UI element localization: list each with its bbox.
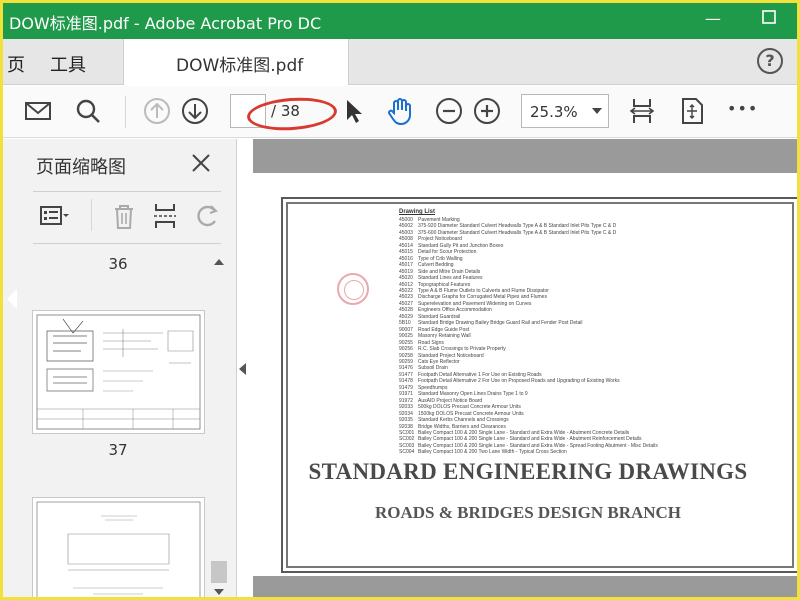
drawing-title: 500kg DOLOS Precast Concrete Armour Unit… <box>418 404 521 411</box>
page-up-icon[interactable] <box>142 96 172 126</box>
app-window: DOW标准图.pdf - Adobe Acrobat Pro DC — 页 工具… <box>0 0 800 600</box>
drawing-title: R.C. Slab Crossings to Private Property <box>418 346 506 353</box>
drawing-title: Standard Project Noticeboard <box>418 352 484 359</box>
toolbar: / 38 25.3% ••• <box>3 86 797 138</box>
drawing-title: Project Noticeboard <box>418 236 462 243</box>
more-icon[interactable]: ••• <box>727 99 758 118</box>
page-thumbnail-38[interactable] <box>32 497 205 597</box>
drawing-title: 375-600 Diameter Standard Culvert Headwa… <box>418 229 617 236</box>
drawing-title: Footpath Detail Alternative 2 For Use on… <box>418 378 620 385</box>
tab-document[interactable]: DOW标准图.pdf <box>123 39 349 85</box>
drawing-title: Topographical Features <box>418 281 471 288</box>
drawing-list-title: Drawing List <box>399 209 436 215</box>
tab-tools[interactable]: 工具 <box>50 51 86 77</box>
drawing-title: Side and Mitre Drain Details <box>418 268 481 275</box>
stamp-seal <box>337 273 369 305</box>
drawing-list: 45000 Pavement Marking 45002 375-920 Diamet… <box>399 217 658 456</box>
thumbnail-drawing <box>36 501 201 597</box>
search-icon[interactable] <box>73 96 103 126</box>
panel-notch <box>7 289 17 309</box>
scroll-up-icon[interactable] <box>214 259 224 265</box>
thumbnail-options-icon[interactable] <box>39 201 69 231</box>
drawing-title: Superelevation and Pavement Widening on … <box>418 300 532 307</box>
document-view[interactable]: Drawing List 45000 Pavement Marking 45002 3… <box>253 139 797 597</box>
drawing-title: Road Edge Guide Post <box>418 326 470 333</box>
drawing-title: AusAID Project Notice Board <box>418 397 483 404</box>
drawing-title: Detail for Scour Protection <box>418 249 477 256</box>
page-gap-top <box>253 139 797 173</box>
thumbnail-drawing <box>36 314 201 430</box>
maximize-icon[interactable] <box>755 7 783 31</box>
drawing-title: Road Signs <box>418 339 444 346</box>
page-label-37: 37 <box>108 441 128 459</box>
trash-icon[interactable] <box>109 201 139 231</box>
close-icon[interactable] <box>189 151 213 175</box>
drawing-title: Subsoil Drain <box>418 365 448 372</box>
document-subheading: ROADS & BRIDGES DESIGN BRANCH <box>374 503 682 522</box>
tab-home[interactable]: 页 <box>7 51 25 77</box>
zoom-out-icon[interactable] <box>434 96 464 126</box>
page-gap-bottom <box>253 576 797 597</box>
document-heading: STANDARD ENGINEERING DRAWINGS <box>308 459 748 484</box>
drawing-title: 375-920 Diameter Standard Culvert Headwa… <box>418 223 617 230</box>
drawing-title: Culvert Bedding <box>418 262 454 269</box>
drawing-title: Standard Kerbs Channels and Crossings <box>418 417 509 424</box>
drawing-title: Bailey Compact 100 & 200 Single Lane - S… <box>418 436 642 443</box>
fit-width-icon[interactable] <box>627 96 657 126</box>
panel-title: 页面缩略图 <box>36 157 126 178</box>
drawing-title: Standard Guardrail <box>418 313 461 320</box>
drawing-list-item: SC004 Bailey Compact 100 & 200 Two Lane W… <box>399 449 658 455</box>
drawing-title: Type A & B Flume Outlets to Culverts and… <box>418 287 549 294</box>
drawing-title: Pavement Marking <box>418 217 460 223</box>
drawing-title: Cats Eye Reflector <box>418 358 460 365</box>
minimize-icon[interactable]: — <box>699 7 727 31</box>
mail-icon[interactable] <box>23 96 53 126</box>
tab-bar: 页 工具 DOW标准图.pdf ? <box>3 39 797 85</box>
drawing-title: Standard Bridge Drawing Bailey Bridge Gu… <box>418 320 583 327</box>
scrollbar-thumb[interactable] <box>211 561 227 583</box>
panel-divider-2 <box>33 243 221 244</box>
panel-divider <box>33 191 221 192</box>
chevron-down-icon <box>592 108 602 114</box>
window-title: DOW标准图.pdf - Adobe Acrobat Pro DC <box>9 14 322 33</box>
panel-scrollbar[interactable] <box>209 251 229 597</box>
insert-page-icon[interactable] <box>150 201 180 231</box>
drawing-title: Bridge Widths, Barriers and Clearances <box>418 423 506 430</box>
drawing-title: 1500kg DOLOS Precast Concrete Armour Uni… <box>418 410 524 417</box>
help-button[interactable]: ? <box>757 48 783 74</box>
zoom-in-icon[interactable] <box>472 96 502 126</box>
drawing-title: Standard Gully Pit and Junction Boxes <box>418 242 504 249</box>
hand-icon[interactable] <box>385 96 415 126</box>
drawing-title: Standard Masonry Open Lines Drains Type … <box>418 391 528 398</box>
drawing-title: Bailey Compact 100 & 200 Two Lane Width … <box>418 449 567 456</box>
page-down-icon[interactable] <box>180 96 210 126</box>
zoom-value: 25.3% <box>530 103 578 121</box>
page-label-36: 36 <box>108 255 128 273</box>
drawing-title: Bailey Compact 100 & 200 Single Lane - S… <box>418 442 658 449</box>
toolbar-divider <box>125 96 126 128</box>
select-cursor-icon[interactable] <box>339 96 369 126</box>
drawing-title: Footpath Detail Alternative 1 For Use on… <box>418 371 542 378</box>
title-bar: DOW标准图.pdf - Adobe Acrobat Pro DC — <box>3 3 797 39</box>
drawing-title: Type of Crib Walling <box>418 255 463 262</box>
pdf-page: Drawing List 45000 Pavement Marking 45002 3… <box>253 173 797 576</box>
drawing-title: Engineers Office Accommodation <box>418 307 492 314</box>
zoom-select[interactable]: 25.3% <box>521 94 609 128</box>
rotate-icon[interactable] <box>193 201 223 231</box>
tab-document-label: DOW标准图.pdf <box>176 56 304 76</box>
drawing-title: Masonry Retaining Wall <box>418 333 471 340</box>
drawing-title: Discharge Graphs for Corrugated Metal Pi… <box>418 294 547 301</box>
collapse-panel-icon[interactable] <box>239 363 246 375</box>
panel-tool-divider <box>91 199 92 231</box>
scroll-down-icon[interactable] <box>214 589 224 595</box>
drawing-title: Standard Lines and Features <box>418 275 483 282</box>
page-thumbnail-37[interactable] <box>32 310 205 434</box>
fit-page-icon[interactable] <box>677 96 707 126</box>
thumbnail-panel: 页面缩略图 36 37 <box>3 139 237 597</box>
drawing-title: Bailey Compact 100 & 200 Single Lane - S… <box>418 429 630 436</box>
drawing-title: Speedhumps <box>418 384 448 391</box>
drawing-code: SC004 <box>399 449 415 456</box>
